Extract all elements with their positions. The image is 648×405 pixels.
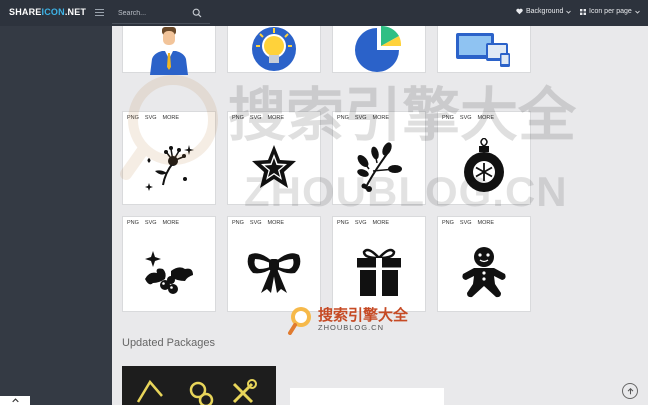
mistletoe-icon	[357, 142, 402, 192]
chevron-up-icon	[11, 398, 19, 403]
png-link[interactable]: PNG	[127, 220, 139, 226]
updated-packages-title: Updated Packages	[122, 337, 215, 349]
svg-link[interactable]: SVG	[355, 220, 367, 226]
icon-card[interactable]: PNG SVG MORE	[332, 111, 426, 205]
icon-per-page-label: Icon per page	[589, 8, 632, 15]
more-link[interactable]: MORE	[163, 220, 180, 226]
logo-icon-text: ICON	[41, 7, 65, 17]
star-icon	[252, 145, 296, 188]
icon-card[interactable]: PNG SVG MORE	[227, 216, 321, 312]
grid-icon	[580, 8, 586, 15]
more-link[interactable]: MORE	[373, 220, 390, 226]
chevron-down-icon	[566, 10, 572, 14]
holly-icon	[145, 251, 193, 294]
ornament-icon	[464, 138, 504, 192]
sidebar	[0, 26, 112, 405]
icon-card[interactable]: PNG SVG MORE	[332, 216, 426, 312]
logo-share: SHARE	[9, 7, 42, 17]
sidebar-collapse-button[interactable]	[0, 396, 30, 405]
png-link[interactable]: PNG	[442, 220, 454, 226]
svg-link[interactable]: SVG	[145, 115, 157, 121]
icon-card[interactable]	[227, 26, 321, 73]
devices-icon	[456, 32, 510, 67]
package-card[interactable]	[290, 388, 444, 405]
package-preview-icons	[136, 379, 257, 405]
png-link[interactable]: PNG	[442, 115, 454, 121]
more-link[interactable]: MORE	[163, 115, 180, 121]
lightbulb-icon	[252, 26, 296, 71]
more-link[interactable]: MORE	[268, 220, 285, 226]
package-card[interactable]	[122, 366, 276, 405]
svg-link[interactable]: SVG	[460, 115, 472, 121]
svg-link[interactable]: SVG	[250, 115, 262, 121]
icon-card[interactable]: PNG SVG MORE	[122, 216, 216, 312]
icon-card[interactable]: PNG SVG MORE	[437, 111, 531, 205]
svg-link[interactable]: SVG	[460, 220, 472, 226]
gingerbread-icon	[462, 247, 506, 298]
pie-chart-icon	[355, 26, 402, 72]
png-link[interactable]: PNG	[337, 115, 349, 121]
more-link[interactable]: MORE	[268, 115, 285, 121]
icon-card[interactable]: PNG SVG MORE	[122, 111, 216, 205]
png-link[interactable]: PNG	[232, 115, 244, 121]
gift-icon	[357, 248, 401, 296]
heart-icon	[516, 8, 523, 15]
search-box	[112, 3, 210, 24]
icon-card[interactable]	[437, 26, 531, 73]
site-logo[interactable]: SHAREICON.NET	[9, 7, 86, 17]
more-link[interactable]: MORE	[478, 115, 495, 121]
main-content: PNG SVG MORE PNG SVG MORE PNG SVG MORE P…	[112, 26, 648, 405]
bow-icon	[247, 253, 301, 293]
png-link[interactable]: PNG	[232, 220, 244, 226]
logo-net: .NET	[64, 7, 87, 17]
icon-card[interactable]: PNG SVG MORE	[437, 216, 531, 312]
background-label: Background	[526, 8, 564, 15]
icon-card[interactable]	[332, 26, 426, 73]
more-link[interactable]: MORE	[373, 115, 390, 121]
svg-link[interactable]: SVG	[145, 220, 157, 226]
scroll-to-top-button[interactable]	[622, 383, 638, 399]
png-link[interactable]: PNG	[337, 220, 349, 226]
more-link[interactable]: MORE	[478, 220, 495, 226]
background-dropdown[interactable]: Background	[516, 8, 572, 15]
icon-per-page-dropdown[interactable]: Icon per page	[580, 8, 640, 15]
search-input[interactable]	[118, 6, 190, 20]
businessman-icon	[150, 26, 188, 75]
search-icon[interactable]	[192, 8, 202, 18]
svg-link[interactable]: SVG	[250, 220, 262, 226]
svg-link[interactable]: SVG	[355, 115, 367, 121]
icon-card[interactable]: PNG SVG MORE	[227, 111, 321, 205]
png-link[interactable]: PNG	[127, 115, 139, 121]
hamburger-menu-icon[interactable]	[95, 9, 104, 17]
flower-sparkle-icon	[145, 145, 194, 191]
chevron-down-icon	[635, 10, 640, 14]
arrow-up-icon	[627, 387, 633, 394]
top-bar: SHAREICON.NET Background Icon per page	[0, 0, 648, 26]
icon-card[interactable]	[122, 26, 216, 75]
